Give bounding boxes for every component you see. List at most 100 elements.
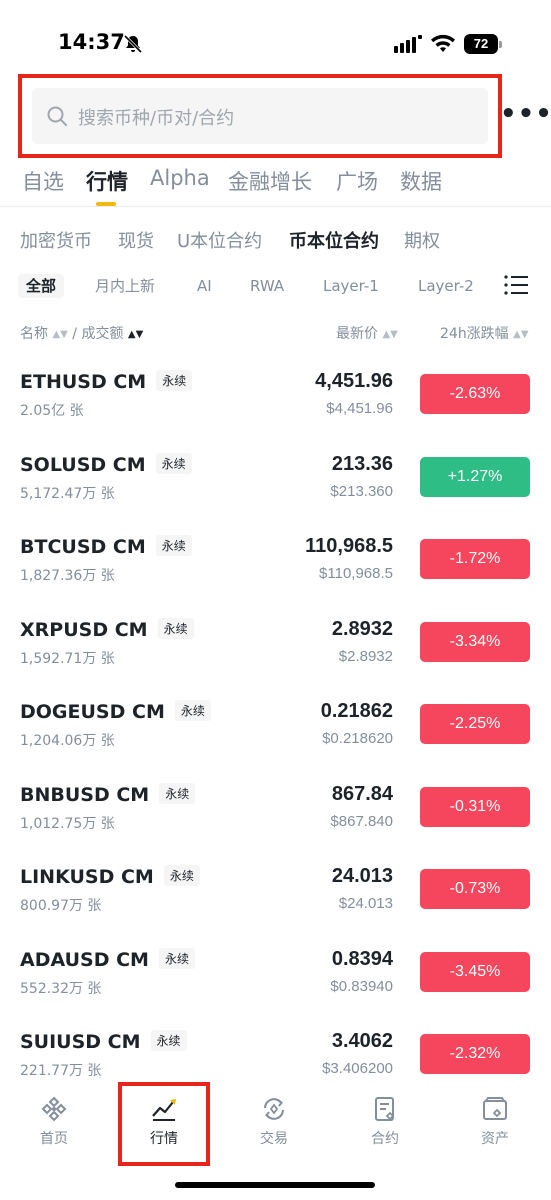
usd-price: $24.013 [338,895,393,912]
tab-markets[interactable]: 行情 [86,166,128,196]
bell-muted-icon [123,34,143,54]
subtab-spot[interactable]: 现货 [118,227,154,253]
nav-assets-label: 资产 [481,1131,509,1147]
tab-watchlist[interactable]: 自选 [22,166,64,196]
subtab-coinm-futures[interactable]: 币本位合约 [289,227,379,253]
usd-price: $0.83940 [330,977,393,995]
column-name-header[interactable]: 名称 ▲▼ / 成交额 ▲▼ [20,323,143,343]
market-row[interactable]: DOGEUSD CM 永续 1,204.06万 张 0.21862 $0.218620 -… [0,690,551,772]
volume-value: 1,827.36万 张 [20,568,115,584]
tab-earn[interactable]: 金融增长 [228,166,312,196]
trade-icon [264,1098,284,1120]
market-row[interactable]: BTCUSD CM 永续 1,827.36万 张 110,968.5 $110,968.… [0,525,551,607]
volume-value: 2.05亿 张 [20,403,84,419]
chip-ai[interactable]: AI [197,274,212,298]
subtab-crypto[interactable]: 加密货币 [20,227,92,253]
last-price: 2.8932 [331,617,393,640]
search-input[interactable]: 搜索币种/币对/合约 [32,88,488,144]
symbol-name: SUIUSD CM 永续 [20,1030,187,1053]
volume-value: 1,592.71万 张 [20,650,115,667]
market-row[interactable]: XRPUSD CM 永续 1,592.71万 张 2.8932 $2.8932 -3.34… [0,608,551,690]
perpetual-badge: 永续 [163,865,200,886]
chip-rwa[interactable]: RWA [250,274,284,298]
change-badge[interactable]: +1.27% [420,456,530,497]
more-options-icon[interactable]: ••• [500,101,551,127]
symbol-label: SUIUSD CM [20,1031,141,1053]
volume-value: 552.32万 张 [20,980,102,997]
nav-assets[interactable]: 资产 [455,1094,535,1154]
symbol-name: BTCUSD CM 永续 [20,535,192,558]
market-row[interactable]: BNBUSD CM 永续 1,012.75万 张 867.84 $867.840 -0.3… [0,773,551,855]
nav-futures[interactable]: 合约 [345,1094,425,1154]
perpetual-badge: 永续 [158,947,195,969]
cellular-signal-icon [394,35,422,53]
sort-icon: ▲▼ [382,329,398,340]
battery-tip [499,41,502,48]
nav-futures-label: 合约 [371,1131,399,1147]
subtab-options[interactable]: 期权 [404,227,440,253]
status-bar: 14:37 72 [0,0,551,80]
chip-layer1[interactable]: Layer-1 [323,274,379,298]
change-badge[interactable]: -3.45% [420,951,530,992]
tab-data[interactable]: 数据 [400,166,442,196]
column-change-label: 24h涨跌幅 [440,326,509,342]
volume-value: 5,172.47万 张 [20,485,115,502]
column-price-label: 最新价 [336,326,378,342]
home-icon [41,1096,67,1122]
subtab-usdm-futures[interactable]: U本位合约 [177,227,262,253]
market-row[interactable]: ETHUSD CM 永续 2.05亿 张 4,451.96 $4,451.96 -2.63… [0,360,551,442]
change-badge[interactable]: -2.63% [420,374,530,414]
last-price: 213.36 [331,452,393,475]
usd-price: $867.840 [330,812,393,830]
tab-alpha[interactable]: Alpha [150,166,210,190]
last-price: 0.8394 [331,947,393,970]
change-badge[interactable]: -0.31% [420,786,530,827]
last-price: 24.013 [331,865,393,887]
column-name-label: 名称 [20,326,48,342]
futures-icon [375,1097,395,1121]
symbol-label: BTCUSD CM [20,536,146,558]
sort-icon: ▲▼ [513,329,529,340]
chip-new-listings[interactable]: 月内上新 [95,274,155,298]
chip-all[interactable]: 全部 [18,274,65,298]
volume-value: 1,012.75万 张 [20,815,115,832]
market-row[interactable]: SOLUSD CM 永续 5,172.47万 张 213.36 $213.360 +1.2… [0,443,551,525]
change-badge[interactable]: -2.32% [420,1034,530,1074]
chip-layer2[interactable]: Layer-2 [418,274,474,298]
symbol-label: BNBUSD CM [20,783,150,806]
usd-price: $110,968.5 [319,565,393,582]
market-row[interactable]: ADAUSD CM 永续 552.32万 张 0.8394 $0.83940 -3.45% [0,938,551,1020]
column-price-header[interactable]: 最新价 ▲▼ [336,323,398,343]
usd-price: $4,451.96 [326,400,393,417]
category-list-icon[interactable] [504,274,528,296]
market-row[interactable]: LINKUSD CM 永续 800.97万 张 24.013 $24.013 -0.73% [0,855,551,937]
last-price: 867.84 [331,782,393,805]
wifi-icon [431,34,455,52]
search-icon [47,106,67,126]
change-badge[interactable]: -0.73% [420,869,530,909]
nav-home-label: 首页 [40,1131,68,1147]
last-price: 0.21862 [320,700,393,722]
usd-price: $3.406200 [322,1060,393,1077]
symbol-name: XRPUSD CM 永续 [20,617,194,641]
change-badge[interactable]: -2.25% [420,704,530,744]
tab-square[interactable]: 广场 [336,166,378,196]
search-placeholder: 搜索币种/币对/合约 [78,108,235,129]
nav-home[interactable]: 首页 [14,1094,94,1154]
battery-level: 72 [464,34,498,54]
symbol-name: LINKUSD CM 永续 [20,865,200,888]
usd-price: $2.8932 [338,647,393,665]
change-badge[interactable]: -3.34% [420,621,530,662]
symbol-name: ADAUSD CM 永续 [20,947,195,971]
column-change-header[interactable]: 24h涨跌幅 ▲▼ [440,323,529,343]
nav-trade[interactable]: 交易 [234,1094,314,1154]
perpetual-badge: 永续 [155,535,192,556]
wallet-icon [483,1097,507,1120]
tabs-divider [0,206,551,207]
symbol-label: SOLUSD CM [20,453,146,476]
symbol-name: BNBUSD CM 永续 [20,782,196,806]
perpetual-badge: 永续 [155,452,192,474]
change-badge[interactable]: -1.72% [420,539,530,579]
perpetual-badge: 永续 [150,1030,187,1051]
battery-indicator: 72 [464,34,502,54]
